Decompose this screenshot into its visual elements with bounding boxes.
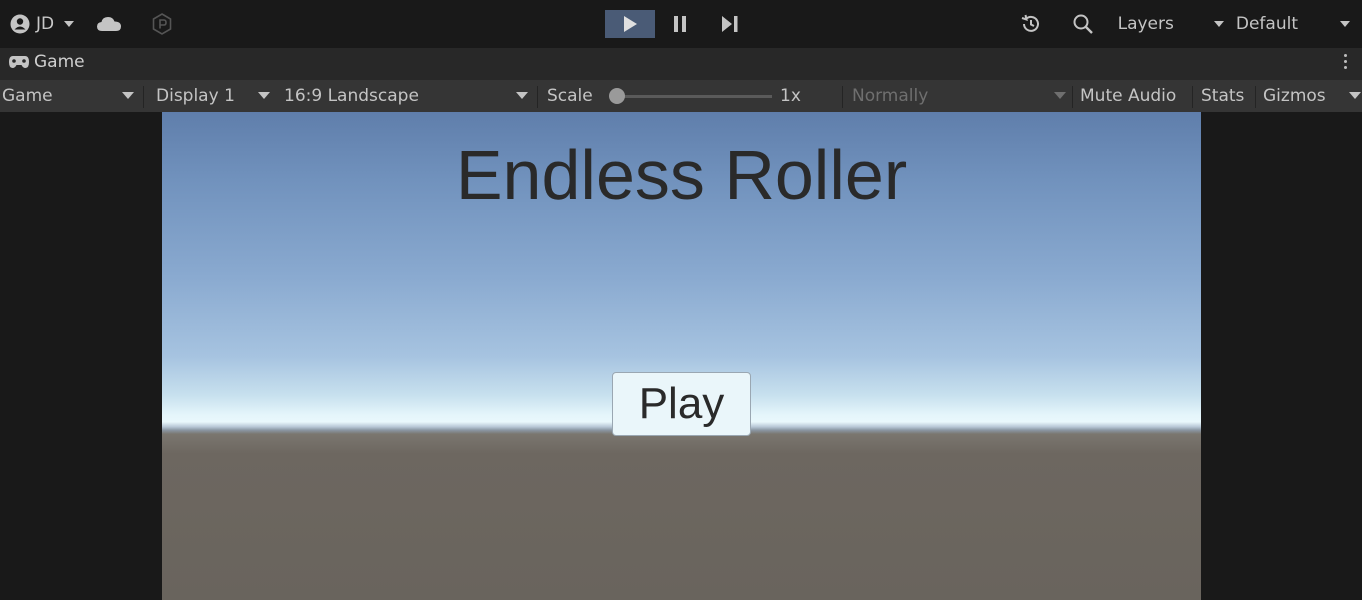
- scale-slider-thumb[interactable]: [609, 88, 625, 104]
- layout-label: Default: [1235, 14, 1298, 34]
- scale-slider[interactable]: [618, 95, 772, 98]
- mute-audio-toggle[interactable]: Mute Audio: [1080, 80, 1176, 112]
- toolbar-left: JD: [10, 10, 172, 38]
- divider: [143, 86, 144, 108]
- chevron-down-icon: [258, 92, 270, 99]
- divider: [1192, 86, 1193, 108]
- more-options-icon[interactable]: [1344, 54, 1348, 72]
- tab-game[interactable]: Game: [8, 52, 85, 72]
- chevron-down-icon: [1340, 21, 1350, 27]
- gizmos-dropdown[interactable]: Gizmos: [1263, 80, 1362, 112]
- toolbar-right: Layers Default: [1020, 10, 1362, 38]
- divider: [1255, 86, 1256, 108]
- collab-icon[interactable]: [152, 13, 172, 35]
- gizmos-label: Gizmos: [1263, 86, 1326, 106]
- chevron-down-icon: [1054, 92, 1066, 99]
- view-mode-label: Game: [2, 86, 53, 106]
- mute-audio-label: Mute Audio: [1080, 86, 1177, 106]
- chevron-down-icon: [122, 92, 134, 99]
- divider: [1072, 86, 1073, 108]
- play-icon: [624, 16, 637, 32]
- vsync-label: Normally: [852, 86, 929, 106]
- account-icon: [10, 14, 30, 34]
- play-button[interactable]: [605, 10, 655, 38]
- display-dropdown[interactable]: Display 1: [156, 80, 274, 112]
- divider: [537, 86, 538, 108]
- layers-label: Layers: [1117, 14, 1174, 34]
- layout-dropdown[interactable]: Default: [1213, 14, 1362, 34]
- scale-value-text: 1x: [780, 86, 801, 106]
- game-viewport[interactable]: Endless Roller Play: [162, 112, 1201, 600]
- account-label: JD: [36, 14, 55, 34]
- stats-toggle[interactable]: Stats: [1201, 80, 1244, 112]
- game-title: Endless Roller: [455, 136, 908, 214]
- pause-icon: [674, 16, 686, 32]
- divider: [842, 86, 843, 108]
- history-icon[interactable]: [1020, 13, 1042, 35]
- scale-label: Scale: [547, 80, 593, 112]
- scale-text: Scale: [547, 86, 593, 106]
- main-toolbar: JD Layers Default: [0, 0, 1362, 48]
- step-icon: [722, 16, 738, 32]
- account-dropdown[interactable]: JD: [10, 14, 75, 34]
- chevron-down-icon: [516, 92, 528, 99]
- stats-label: Stats: [1201, 86, 1245, 106]
- tab-label: Game: [34, 52, 85, 72]
- vsync-dropdown[interactable]: Normally: [852, 80, 1070, 112]
- display-label: Display 1: [156, 86, 235, 106]
- step-button[interactable]: [705, 10, 755, 38]
- aspect-label: 16:9 Landscape: [284, 86, 419, 106]
- chevron-down-icon: [1349, 92, 1361, 99]
- cloud-icon[interactable]: [96, 15, 122, 33]
- search-icon[interactable]: [1072, 13, 1094, 35]
- game-play-button[interactable]: Play: [612, 372, 751, 436]
- layers-dropdown[interactable]: Layers: [1118, 14, 1174, 34]
- panel-tabbar: Game: [0, 48, 1362, 80]
- chevron-down-icon: [1213, 21, 1224, 27]
- game-view-controls: Game Display 1 16:9 Landscape Scale 1x N…: [0, 80, 1362, 112]
- view-mode-dropdown[interactable]: Game: [2, 80, 138, 112]
- chevron-down-icon: [64, 21, 75, 27]
- pause-button[interactable]: [655, 10, 705, 38]
- aspect-dropdown[interactable]: 16:9 Landscape: [284, 80, 532, 112]
- playmode-controls: [605, 10, 755, 38]
- scale-value: 1x: [780, 80, 801, 112]
- gamepad-icon: [9, 56, 29, 68]
